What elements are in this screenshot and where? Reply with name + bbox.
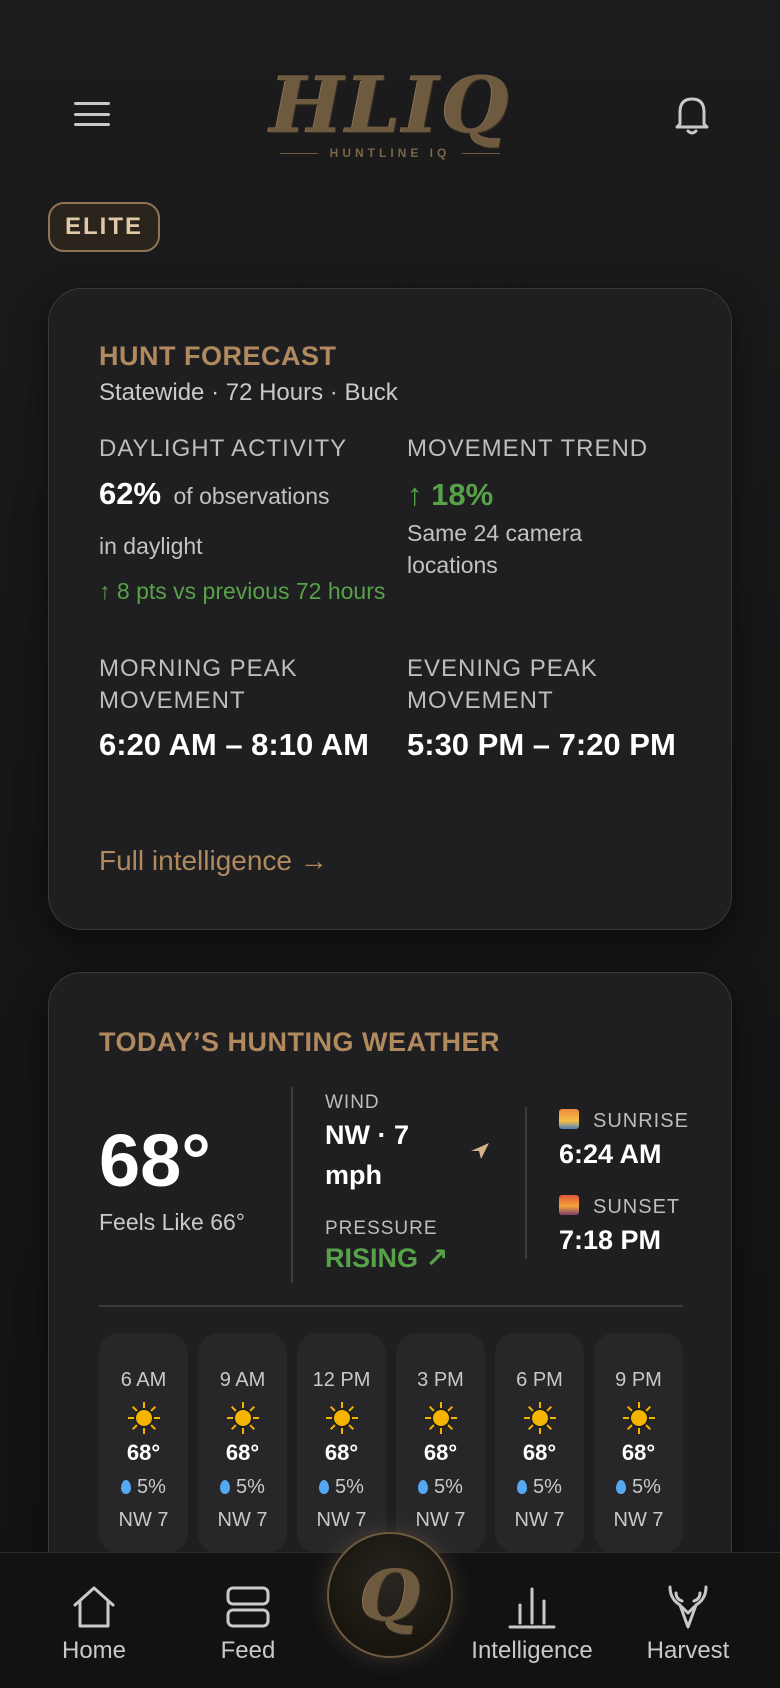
raindrop-icon [616,1480,627,1494]
hour-wind: NW 7 [514,1509,565,1531]
wind-value: NW · 7 mph [325,1120,409,1190]
sunrise-icon [559,1109,579,1129]
hour-wind: NW 7 [217,1509,268,1531]
evening-peak-label: EVENING PEAK MOVEMENT [407,655,598,714]
hour-time: 6 PM [516,1369,563,1391]
home-icon [70,1583,118,1631]
hour-time: 12 PM [312,1369,371,1391]
forecast-title: HUNT FORECAST [99,341,337,371]
sunset-value: 7:18 PM [559,1225,662,1255]
hourly-forecast: 6 AM 68° 5% NW 7 9 AM 68° 5% NW 7 12 PM … [99,1333,683,1553]
raindrop-icon [517,1480,528,1494]
hour-card[interactable]: 9 AM 68° 5% NW 7 [198,1333,287,1553]
movement-trend-value: ↑ 18% [407,477,494,512]
daylight-activity-value: 62% [99,476,162,511]
hour-rain: 5% [99,1476,188,1499]
sun-icon [424,1402,457,1434]
elite-badge: ELITE [48,202,160,252]
hour-rain: 5% [495,1476,584,1499]
wind-direction-icon [467,1139,491,1163]
hour-wind: NW 7 [415,1509,466,1531]
sun-icon [226,1402,259,1434]
pressure-value: RISING ↗ [325,1243,449,1273]
tab-home[interactable]: Home [52,1583,136,1665]
daylight-activity-label: DAYLIGHT ACTIVITY [99,435,348,462]
hamburger-menu-icon[interactable] [70,96,114,132]
daylight-change: ↑ 8 pts vs previous 72 hours [99,578,386,604]
hunt-forecast-card: HUNT FORECAST Statewide · 72 Hours · Buc… [48,288,732,930]
sunset-label: SUNSET [593,1196,681,1218]
sun-icon [622,1402,655,1434]
sunrise-value: 6:24 AM [559,1139,662,1169]
tab-harvest[interactable]: Harvest [638,1583,738,1665]
app-header: HLIQ HUNTLINE IQ [0,0,780,190]
app-logo: HLIQ HUNTLINE IQ [270,66,510,166]
hour-time: 3 PM [417,1369,464,1391]
weather-title: TODAY’S HUNTING WEATHER [99,1027,501,1057]
hour-temp: 68° [621,1440,656,1465]
hour-time: 9 PM [615,1369,662,1391]
tab-intelligence[interactable]: Intelligence [462,1583,602,1665]
hour-wind: NW 7 [118,1509,169,1531]
hour-temp: 68° [522,1440,557,1465]
sunset-label-row: SUNSET [559,1195,680,1219]
movement-trend-note: Same 24 camera locations [407,520,583,578]
deer-antler-icon [664,1583,712,1631]
feels-like: Feels Like 66° [99,1209,245,1235]
hour-temp: 68° [225,1440,260,1465]
hour-time: 9 AM [219,1369,266,1391]
bar-chart-icon [508,1583,556,1631]
hour-card[interactable]: 9 PM 68° 5% NW 7 [594,1333,683,1553]
current-temperature: 68° [99,1119,211,1202]
hour-rain: 5% [396,1476,485,1499]
evening-peak-value: 5:30 PM – 7:20 PM [407,727,676,762]
full-intelligence-link[interactable]: Full intelligence → [99,845,328,877]
raindrop-icon [121,1480,132,1494]
sunset-icon [559,1195,579,1215]
tab-harvest-label: Harvest [646,1637,730,1664]
morning-peak-value: 6:20 AM – 8:10 AM [99,727,369,762]
logo-subtitle-text: HUNTLINE IQ [329,146,451,160]
daylight-activity-suffix: of observations [173,483,330,509]
sun-icon [325,1402,358,1434]
hour-temp: 68° [126,1440,161,1465]
movement-trend-label: MOVEMENT TREND [407,435,649,462]
hour-card[interactable]: 3 PM 68° 5% NW 7 [396,1333,485,1553]
feed-icon [224,1583,272,1631]
hour-temp: 68° [324,1440,359,1465]
tab-intelligence-label: Intelligence [471,1637,593,1664]
logo-mark: HLIQ [270,60,511,151]
sun-icon [127,1402,160,1434]
hour-card[interactable]: 12 PM 68° 5% NW 7 [297,1333,386,1553]
raindrop-icon [319,1480,330,1494]
divider [291,1087,293,1283]
hour-card[interactable]: 6 AM 68° 5% NW 7 [99,1333,188,1553]
center-action-button[interactable]: Q [327,1532,453,1658]
morning-peak-label: MORNING PEAK MOVEMENT [99,655,298,714]
forecast-subtitle: Statewide · 72 Hours · Buck [99,379,398,406]
bell-icon[interactable] [672,92,712,136]
raindrop-icon [220,1480,231,1494]
sunrise-label-row: SUNRISE [559,1109,689,1133]
raindrop-icon [418,1480,429,1494]
hour-rain: 5% [297,1476,386,1499]
divider [99,1305,683,1307]
sun-icon [523,1402,556,1434]
center-logo-icon: Q [359,1553,421,1637]
hour-wind: NW 7 [316,1509,367,1531]
divider [525,1107,527,1259]
pressure-label: PRESSURE [325,1218,438,1239]
hour-time: 6 AM [120,1369,167,1391]
tab-feed-label: Feed [220,1637,276,1664]
hour-temp: 68° [423,1440,458,1465]
sunrise-label: SUNRISE [593,1110,689,1132]
hour-wind: NW 7 [613,1509,664,1531]
hour-card[interactable]: 6 PM 68° 5% NW 7 [495,1333,584,1553]
tab-feed[interactable]: Feed [206,1583,290,1665]
daylight-activity-block: 62% of observations in daylight ↑ 8 pts … [99,471,389,607]
hour-rain: 5% [198,1476,287,1499]
tab-home-label: Home [61,1637,127,1664]
hour-rain: 5% [594,1476,683,1499]
daylight-activity-suffix2: in daylight [99,533,203,559]
